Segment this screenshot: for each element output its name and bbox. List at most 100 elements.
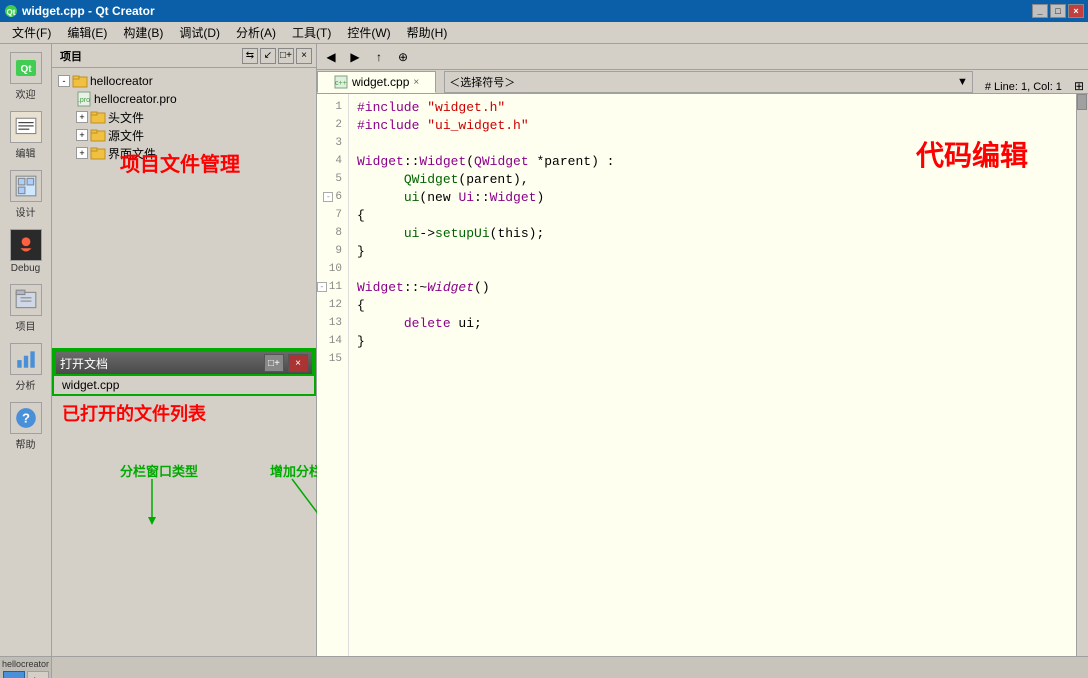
code-line-4: Widget::Widget(QWidget *parent) : (357, 152, 1068, 170)
code-this: (this); (490, 226, 545, 241)
line-num-10: 10 (317, 260, 348, 278)
line-num-7: 7 (317, 206, 348, 224)
kw-widget-2: Widget (419, 154, 466, 169)
ui-folder-icon (90, 145, 106, 161)
sidebar-item-welcome[interactable]: Qt 欢迎 (3, 48, 49, 105)
line-num-8: 8 (317, 224, 348, 242)
tree-item-headers[interactable]: + 头文件 (56, 108, 312, 126)
debug-icon-svg (14, 233, 38, 257)
toolbar-back-button[interactable]: ◀ (321, 47, 341, 67)
menu-build[interactable]: 构建(B) (115, 22, 171, 43)
toolbar-forward-button[interactable]: ▶ (345, 47, 365, 67)
stop-button[interactable] (27, 671, 49, 678)
kw-widget-d1: Widget (357, 280, 404, 295)
bottom-main (52, 657, 1088, 678)
vertical-scrollbar[interactable] (1076, 94, 1088, 656)
kw-delete: delete (404, 316, 451, 331)
tab-close-button[interactable]: × (413, 77, 419, 88)
fold-indicator-11[interactable]: - (317, 282, 327, 292)
open-file-item[interactable]: widget.cpp (54, 376, 314, 394)
menu-controls[interactable]: 控件(W) (339, 22, 398, 43)
menu-edit[interactable]: 编辑(E) (59, 22, 115, 43)
welcome-icon-svg: Qt (14, 56, 38, 80)
code-new: (new (419, 190, 458, 205)
panel-close-button[interactable]: × (296, 48, 312, 64)
toolbar-follow-button[interactable]: ⊕ (393, 47, 413, 67)
tree-item-pro[interactable]: .pro hellocreator.pro (56, 90, 312, 108)
code-brace-close-2: } (357, 334, 365, 349)
app-window: Qt widget.cpp - Qt Creator _ □ × 文件(F) 编… (0, 0, 1088, 678)
sidebar-item-design[interactable]: 设计 (3, 166, 49, 223)
tree-expand-sources[interactable]: + (76, 129, 88, 141)
scrollbar-thumb[interactable] (1077, 94, 1087, 110)
minimize-button[interactable]: _ (1032, 4, 1048, 18)
open-docs-close-btn[interactable]: × (288, 354, 308, 372)
code-line-6: ui(new Ui::Widget) (357, 188, 1068, 206)
sidebar-item-project[interactable]: 项目 (3, 280, 49, 337)
run-button[interactable] (3, 671, 25, 678)
maximize-button[interactable]: □ (1050, 4, 1066, 18)
sidebar-item-debug[interactable]: Debug (3, 225, 49, 278)
line-num-12: 12 (317, 296, 348, 314)
project-icon-svg (14, 288, 38, 312)
tree-item-root[interactable]: - hellocreator (56, 72, 312, 90)
code-lines[interactable]: #include "widget.h" #include "ui_widget.… (349, 94, 1076, 656)
split-type-annotation: 分栏窗口类型 (120, 461, 198, 480)
kw-double-colon-1: :: (404, 154, 420, 169)
str-widget-h: "widget.h" (427, 100, 505, 115)
code-indent-5 (357, 172, 404, 187)
editor-area: ◀ ▶ ↑ ⊕ c++ widget.cpp × ＜选择符号＞ (317, 44, 1088, 656)
close-button[interactable]: × (1068, 4, 1084, 18)
sidebar-item-analyze[interactable]: 分析 (3, 339, 49, 396)
code-indent-13 (357, 316, 404, 331)
kw-widget-3: Widget (490, 190, 537, 205)
svg-text:.pro: .pro (78, 97, 90, 104)
symbol-selector[interactable]: ＜选择符号＞ ▼ (444, 71, 973, 93)
code-line-7: { (357, 206, 1068, 224)
svg-text:Qt: Qt (7, 8, 16, 17)
code-line-14: } (357, 332, 1068, 350)
fold-indicator-6[interactable]: - (323, 192, 333, 202)
edit-icon-svg (14, 115, 38, 139)
menu-file[interactable]: 文件(F) (4, 22, 59, 43)
tree-item-sources[interactable]: + 源文件 (56, 126, 312, 144)
welcome-icon: Qt (10, 52, 42, 84)
editor-tab-widget-cpp[interactable]: c++ widget.cpp × (317, 71, 436, 93)
open-docs-split-btn[interactable]: □+ (264, 354, 284, 372)
menu-help[interactable]: 帮助(H) (399, 22, 456, 43)
symbol-selector-label: ＜选择符号＞ (449, 74, 515, 90)
menu-debug[interactable]: 调试(D) (171, 22, 228, 43)
sidebar-item-help[interactable]: ? 帮助 (3, 398, 49, 455)
kw-ui: ui (404, 190, 420, 205)
code-dcolon: :: (474, 190, 490, 205)
help-icon: ? (10, 402, 42, 434)
line-num-9: 9 (317, 242, 348, 260)
tree-headers-label: 头文件 (108, 109, 144, 126)
tree-expand-ui[interactable]: + (76, 147, 88, 159)
toolbar-up-button[interactable]: ↑ (369, 47, 389, 67)
title-bar-controls: _ □ × (1032, 4, 1084, 18)
code-line-8: ui->setupUi(this); (357, 224, 1068, 242)
menu-tools[interactable]: 工具(T) (284, 22, 339, 43)
menu-analyze[interactable]: 分析(A) (228, 22, 284, 43)
split-view-button[interactable]: ⊞ (1070, 79, 1088, 93)
line-num-15: 15 (317, 350, 348, 368)
code-indent-8 (357, 226, 404, 241)
tree-ui-label: 界面文件 (108, 145, 156, 162)
sidebar-debug-label: Debug (11, 263, 40, 274)
sources-folder-icon (90, 127, 106, 143)
code-line-3 (357, 134, 1068, 152)
tree-item-ui[interactable]: + 界面文件 (56, 144, 312, 162)
panel-down-button[interactable]: ↙ (260, 48, 276, 64)
sidebar-help-label: 帮助 (16, 436, 36, 451)
sidebar-item-edit[interactable]: 编辑 (3, 107, 49, 164)
svg-text:Qt: Qt (20, 64, 32, 75)
code-brace-open-2: { (357, 298, 365, 313)
panel-add-button[interactable]: □+ (278, 48, 294, 64)
tree-expand-root[interactable]: - (58, 75, 70, 87)
tab-bar: c++ widget.cpp × ＜选择符号＞ ▼ # Line: 1, Col… (317, 70, 1088, 94)
code-arrow: -> (419, 226, 435, 241)
panel-swap-button[interactable]: ⇆ (242, 48, 258, 64)
analyze-icon (10, 343, 42, 375)
tree-expand-headers[interactable]: + (76, 111, 88, 123)
